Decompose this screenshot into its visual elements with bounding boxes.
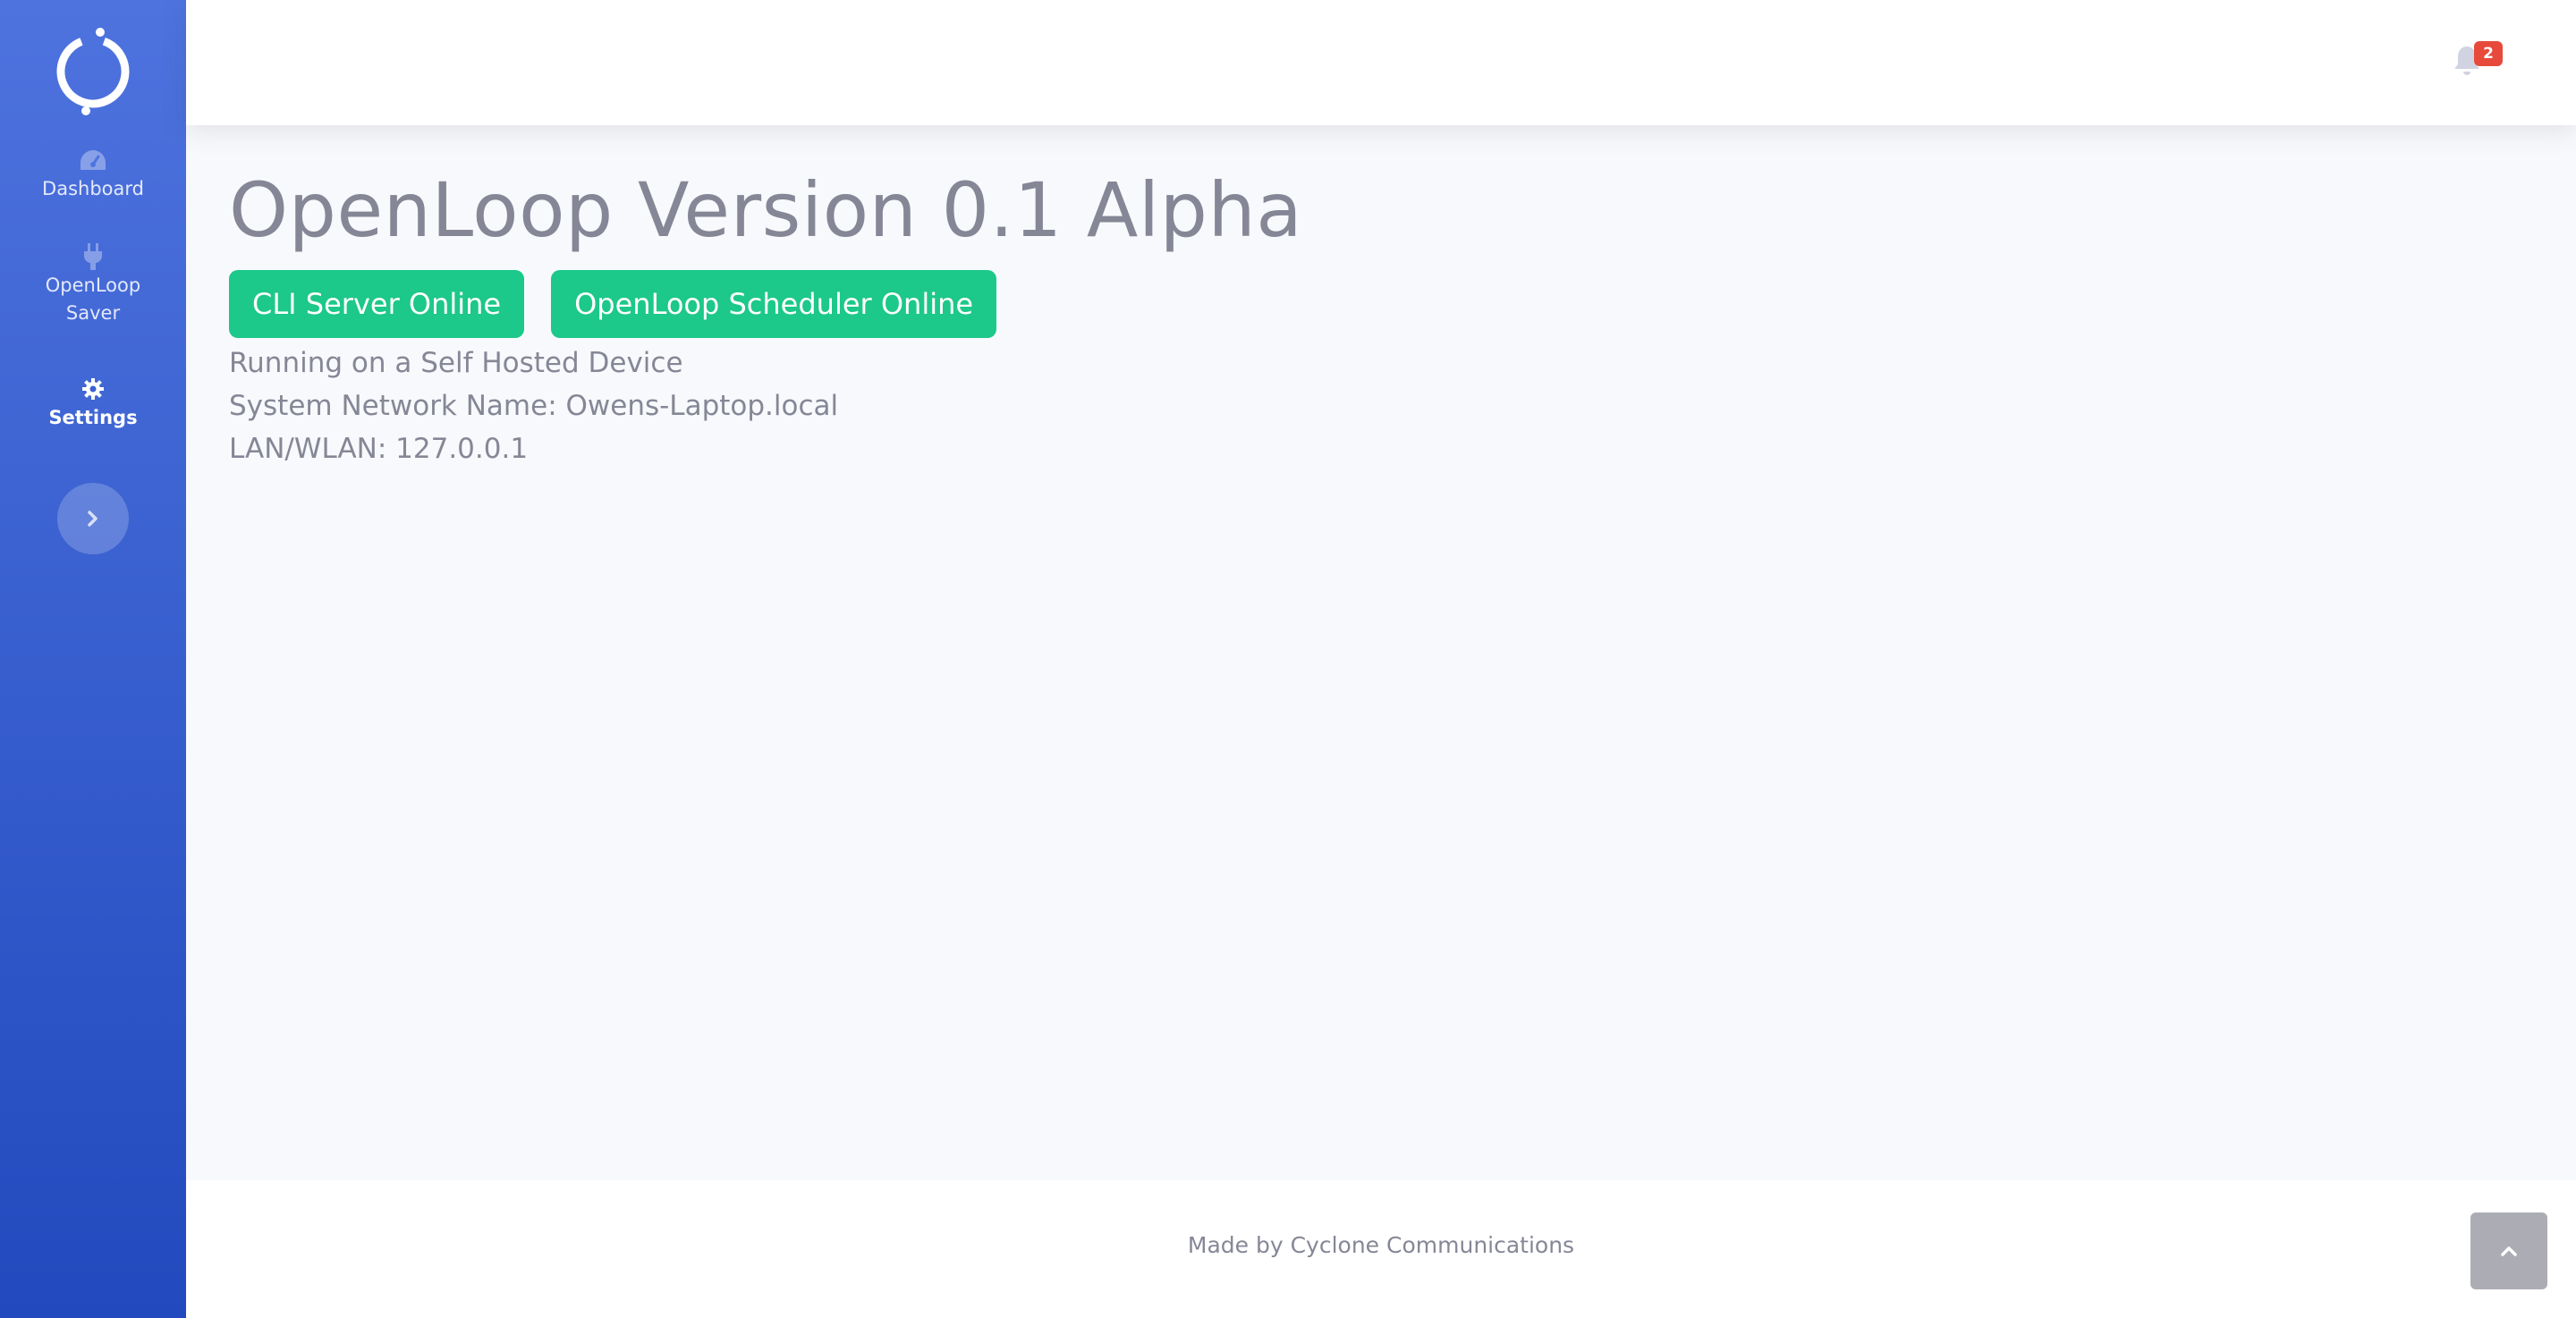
notification-count-badge: 2 xyxy=(2474,41,2503,66)
brand-logo[interactable] xyxy=(0,27,186,116)
gear-icon xyxy=(81,374,105,404)
sidebar-item-openloop-saver[interactable]: OpenLoop Saver xyxy=(0,241,186,327)
scheduler-status-button[interactable]: OpenLoop Scheduler Online xyxy=(551,270,997,338)
scroll-to-top-button[interactable] xyxy=(2470,1212,2547,1289)
sidebar-item-label-line2: Saver xyxy=(65,302,121,324)
hosting-info: Running on a Self Hosted Device xyxy=(229,347,683,379)
lan-address-info: LAN/WLAN: 127.0.0.1 xyxy=(229,433,529,465)
sidebar-item-dashboard[interactable]: Dashboard xyxy=(0,145,186,203)
chevron-up-icon xyxy=(2501,1246,2517,1256)
sidebar-toggle-button[interactable] xyxy=(57,483,129,554)
status-row: CLI Server Online OpenLoop Scheduler Onl… xyxy=(229,270,1302,338)
dashboard-icon xyxy=(79,145,107,175)
footer-credit: Made by Cyclone Communications xyxy=(1187,1232,1575,1258)
main-content: OpenLoop Version 0.1 Alpha CLI Server On… xyxy=(229,161,1302,470)
cli-server-status-button[interactable]: CLI Server Online xyxy=(229,270,525,338)
sidebar-item-label: OpenLoop xyxy=(45,275,141,296)
plug-icon xyxy=(83,241,103,272)
sidebar: Dashboard OpenLoop Saver Settings xyxy=(0,0,186,1318)
sidebar-item-label: Dashboard xyxy=(42,178,144,199)
openloop-logo-icon xyxy=(56,28,130,115)
footer: Made by Cyclone Communications xyxy=(186,1180,2576,1318)
sidebar-item-settings[interactable]: Settings xyxy=(0,374,186,432)
page-title: OpenLoop Version 0.1 Alpha xyxy=(229,166,1303,254)
sidebar-item-label: Settings xyxy=(48,407,138,428)
network-name-info: System Network Name: Owens-Laptop.local xyxy=(229,390,839,422)
topbar xyxy=(186,0,2576,125)
chevron-right-icon xyxy=(88,511,97,527)
